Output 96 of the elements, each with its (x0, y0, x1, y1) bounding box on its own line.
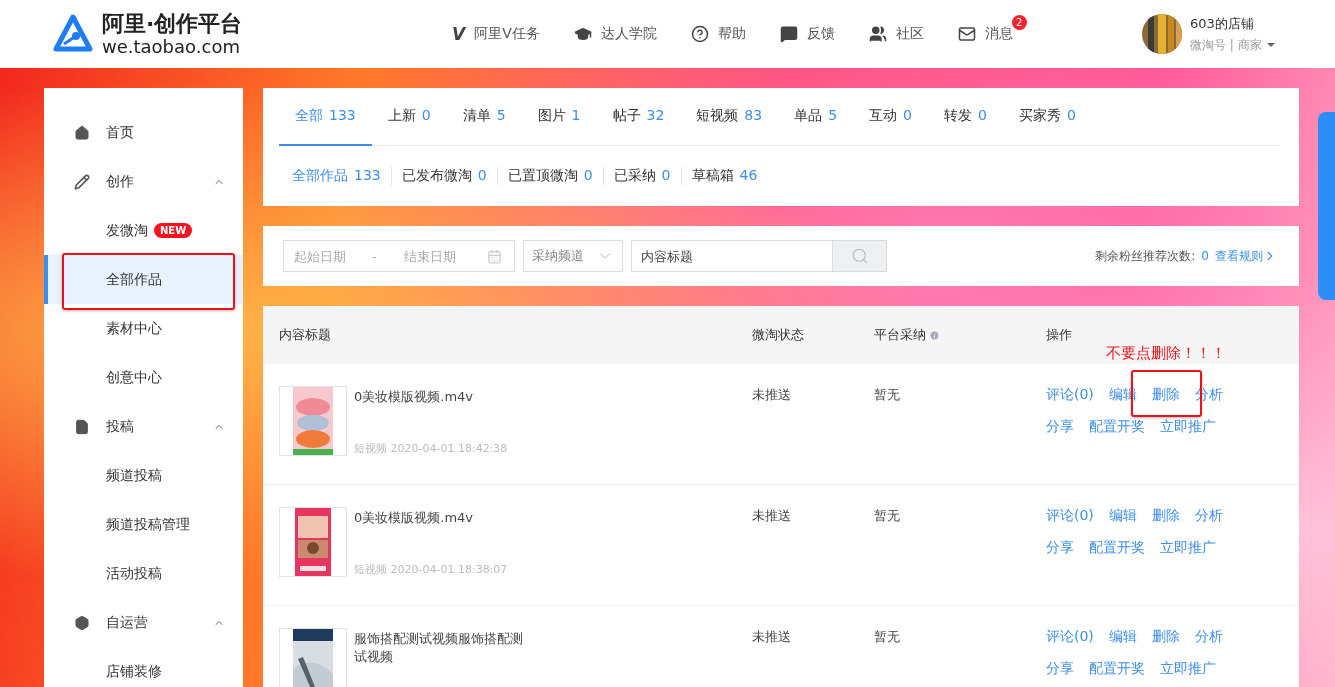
action-link[interactable]: 删除 (1151, 628, 1180, 646)
nav-link[interactable]: 社区 (868, 25, 924, 43)
status-tab[interactable]: 草稿箱 46 (680, 167, 768, 185)
channel-select[interactable]: 采纳频道 (523, 240, 623, 272)
action-link[interactable]: 配置开奖 (1089, 660, 1145, 678)
nav-link[interactable]: 达人学院 (573, 25, 657, 43)
rules-link[interactable]: 查看规则 (1215, 247, 1277, 265)
action-link[interactable]: 分享 (1046, 539, 1074, 557)
warning-note: 不要点删除！！！ (1106, 344, 1226, 363)
action-link[interactable]: 分析 (1194, 507, 1223, 525)
user-role: 微淘号 | 商家 (1190, 36, 1262, 54)
nav-link[interactable]: 反馈 (779, 25, 835, 43)
quota-label: 剩余粉丝推荐次数: (1095, 247, 1196, 265)
action-link[interactable]: 编辑 (1108, 628, 1137, 646)
logo-title: 阿里·创作平台 (102, 12, 243, 35)
sidebar-item[interactable]: 首页 (44, 108, 243, 157)
status-tab[interactable]: 已发布微淘 0 (390, 167, 497, 185)
sidebar-item[interactable]: 自运营 (44, 598, 243, 647)
v-logo-icon: V (452, 24, 466, 44)
sidebar-item[interactable]: 店铺装修 (44, 647, 243, 687)
sidebar-item[interactable]: 频道投稿管理 (44, 500, 243, 549)
message-count-badge: 2 (1011, 15, 1027, 30)
pencil-icon (74, 173, 90, 190)
user-name: 603的店铺 (1190, 14, 1255, 33)
action-link[interactable]: 配置开奖 (1089, 418, 1145, 436)
nav-link[interactable]: V 阿里V任务 (452, 24, 540, 44)
category-tab[interactable]: 图片 1 (521, 107, 597, 146)
action-link[interactable]: 评论(0) (1046, 628, 1094, 646)
status-text: 未推送 (752, 507, 792, 525)
work-title: 服饰搭配测试视频服饰搭配测试视频 (354, 630, 524, 666)
sidebar-item[interactable]: 全部作品 (44, 255, 243, 304)
status-tab[interactable]: 全部作品 133 (283, 167, 391, 185)
category-tab[interactable]: 帖子 32 (596, 107, 681, 146)
action-link[interactable]: 分享 (1046, 660, 1074, 678)
action-link[interactable]: 分享 (1046, 418, 1074, 436)
category-tab[interactable]: 上新 0 (371, 107, 447, 146)
logo-icon (52, 13, 94, 55)
sidebar-item[interactable]: 活动投稿 (44, 549, 243, 598)
action-link[interactable]: 评论(0) (1046, 507, 1094, 525)
logo-domain: we.taobao.com (102, 37, 241, 56)
new-badge: NEW (154, 223, 193, 238)
calendar-icon (487, 248, 502, 264)
graduation-cap-icon (573, 25, 592, 43)
action-link[interactable]: 立即推广 (1160, 660, 1216, 678)
chat-bubble-icon (779, 25, 798, 43)
work-meta: 短视频 2020-04-01 18:38:07 (354, 562, 509, 577)
status-tab[interactable]: 已置顶微淘 0 (496, 167, 603, 185)
action-link[interactable]: 评论(0) (1046, 386, 1094, 404)
info-icon (929, 329, 940, 341)
help-icon (690, 25, 709, 43)
sidebar-item[interactable]: 创作 (44, 157, 243, 206)
nav-link[interactable]: 帮助 (690, 25, 746, 43)
adoption-text: 暂无 (874, 628, 901, 646)
quota-value: 0 (1201, 249, 1209, 263)
sidebar-item[interactable]: 频道投稿 (44, 451, 243, 500)
work-title: 0美妆模版视频.m4v (354, 388, 475, 406)
column-header: 操作 (1046, 326, 1072, 344)
category-tab[interactable]: 单品 5 (778, 107, 854, 146)
category-tab[interactable]: 互动 0 (853, 107, 928, 146)
work-title: 0美妆模版视频.m4v (354, 509, 475, 527)
action-link[interactable]: 立即推广 (1160, 418, 1216, 436)
category-tab[interactable]: 全部 133 (279, 107, 372, 146)
users-icon (868, 25, 887, 43)
action-link[interactable]: 配置开奖 (1089, 539, 1145, 557)
action-link[interactable]: 立即推广 (1160, 539, 1216, 557)
work-meta: 短视频 2020-04-01 18:42:38 (354, 441, 509, 456)
sidebar-item[interactable]: 素材中心 (44, 304, 243, 353)
action-link[interactable]: 分析 (1194, 628, 1223, 646)
search-icon (850, 247, 869, 265)
column-header: 平台采纳 (874, 326, 926, 344)
adoption-text: 暂无 (874, 507, 901, 525)
sidebar-item[interactable]: 投稿 (44, 402, 243, 451)
action-link[interactable]: 编辑 (1108, 507, 1137, 525)
action-link[interactable]: 删除 (1151, 507, 1180, 525)
category-tab[interactable]: 转发 0 (928, 107, 1003, 146)
status-text: 未推送 (752, 386, 792, 404)
adoption-text: 暂无 (874, 386, 901, 404)
column-header: 微淘状态 (752, 326, 804, 344)
category-tab[interactable]: 清单 5 (446, 107, 522, 146)
home-icon (74, 124, 90, 141)
sidebar-item[interactable]: 创意中心 (44, 353, 243, 402)
dropdown-caret-icon[interactable] (1265, 42, 1276, 48)
category-tab[interactable]: 买家秀 0 (1002, 107, 1092, 146)
status-text: 未推送 (752, 628, 792, 646)
status-tab[interactable]: 已采纳 0 (602, 167, 681, 185)
nav-link[interactable]: 消息 (957, 25, 1013, 43)
title-search-field[interactable]: 内容标题 (631, 240, 833, 272)
action-link[interactable]: 删除 (1151, 386, 1180, 404)
category-tab[interactable]: 短视频 83 (680, 107, 779, 146)
search-button[interactable] (833, 240, 887, 272)
sidebar-item[interactable]: 发微淘 NEW (44, 206, 243, 255)
document-icon (74, 418, 90, 435)
mail-icon (957, 25, 976, 43)
range-separator: - (372, 248, 378, 264)
column-header: 内容标题 (279, 326, 331, 344)
cube-icon (74, 614, 90, 631)
